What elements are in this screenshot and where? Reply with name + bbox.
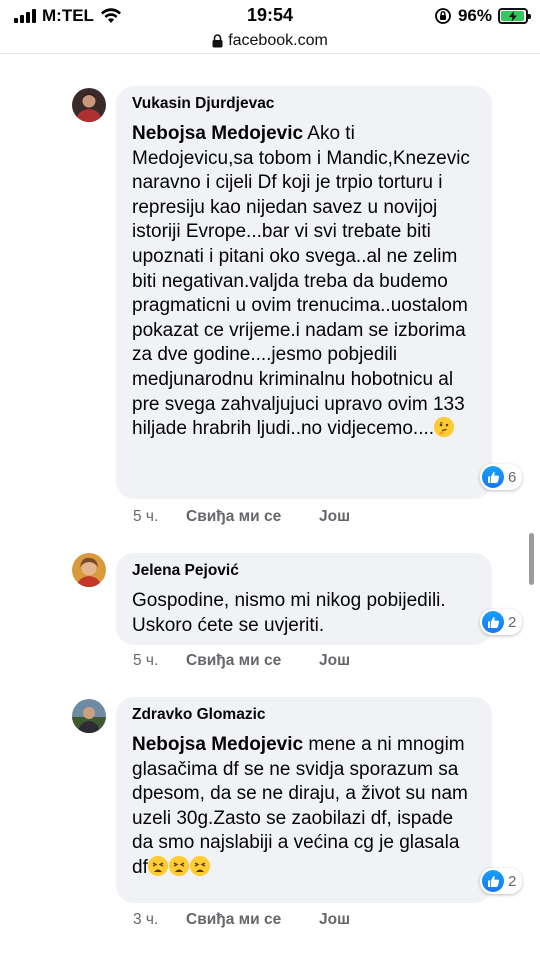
mention-link[interactable]: Nebojsa Medojevic xyxy=(132,123,303,144)
comment-bubble: Vukasin Djurdjevac Nebojsa Medojevic Ako… xyxy=(116,86,492,499)
comment-text: Nebojsa Medojevic mene a ni mnogim glasa… xyxy=(132,733,476,881)
like-button[interactable]: Свиђа ми се xyxy=(186,911,319,929)
like-button[interactable]: Свиђа ми се xyxy=(186,508,319,526)
padlock-icon xyxy=(212,33,223,47)
comment-author[interactable]: Vukasin Djurdjevac xyxy=(132,95,476,113)
url-domain: facebook.com xyxy=(228,31,328,49)
more-button[interactable]: Још xyxy=(319,508,350,526)
like-button[interactable]: Свиђа ми се xyxy=(186,652,319,670)
reaction-count: 2 xyxy=(508,613,517,631)
status-right: 96% xyxy=(434,6,531,26)
orientation-lock-icon xyxy=(435,8,451,24)
comment-timestamp[interactable]: 3 ч. xyxy=(133,911,186,929)
tired-face-emoji-icon xyxy=(189,855,210,876)
comment-author[interactable]: Jelena Pejović xyxy=(132,562,476,580)
comment-timestamp[interactable]: 5 ч. xyxy=(133,508,186,526)
mention-link[interactable]: Nebojsa Medojevic xyxy=(132,734,303,755)
comment-body: Ako ti Medojevicu,sa tobom i Mandic,Knez… xyxy=(132,123,470,440)
avatar[interactable] xyxy=(72,699,106,733)
tired-face-emoji-icon xyxy=(168,855,189,876)
comment-actions: 5 ч. Свиђа ми се Још xyxy=(133,508,350,526)
comment-actions: 5 ч. Свиђа ми се Још xyxy=(133,652,350,670)
comment-text: Nebojsa Medojevic Ako ti Medojevicu,sa t… xyxy=(132,122,476,442)
avatar[interactable] xyxy=(72,88,106,122)
battery-percent: 96% xyxy=(457,6,492,25)
reaction-summary[interactable]: 2 xyxy=(480,868,523,894)
tired-face-emoji-icon xyxy=(147,855,168,876)
comment-bubble: Jelena Pejović Gospodine, nismo mi nikog… xyxy=(116,553,492,645)
comment-timestamp[interactable]: 5 ч. xyxy=(133,652,186,670)
url-bar[interactable]: facebook.com xyxy=(0,28,540,54)
reaction-summary[interactable]: 2 xyxy=(480,609,523,635)
comment-actions: 3 ч. Свиђа ми се Још xyxy=(133,911,350,929)
thinking-face-emoji-icon xyxy=(434,417,455,438)
like-reaction-icon xyxy=(482,611,504,633)
reaction-count: 6 xyxy=(508,468,517,486)
more-button[interactable]: Још xyxy=(319,911,350,929)
comment-author[interactable]: Zdravko Glomazic xyxy=(132,706,476,724)
avatar[interactable] xyxy=(72,553,106,587)
reaction-summary[interactable]: 6 xyxy=(480,464,523,490)
battery-icon xyxy=(498,8,531,24)
scrollbar-thumb[interactable] xyxy=(529,533,534,585)
comment-text: Gospodine, nismo mi nikog pobijedili. Us… xyxy=(132,590,446,636)
like-reaction-icon xyxy=(482,870,504,892)
reaction-count: 2 xyxy=(508,872,517,890)
comment-bubble: Zdravko Glomazic Nebojsa Medojevic mene … xyxy=(116,697,492,903)
like-reaction-icon xyxy=(482,466,504,488)
more-button[interactable]: Још xyxy=(319,652,350,670)
